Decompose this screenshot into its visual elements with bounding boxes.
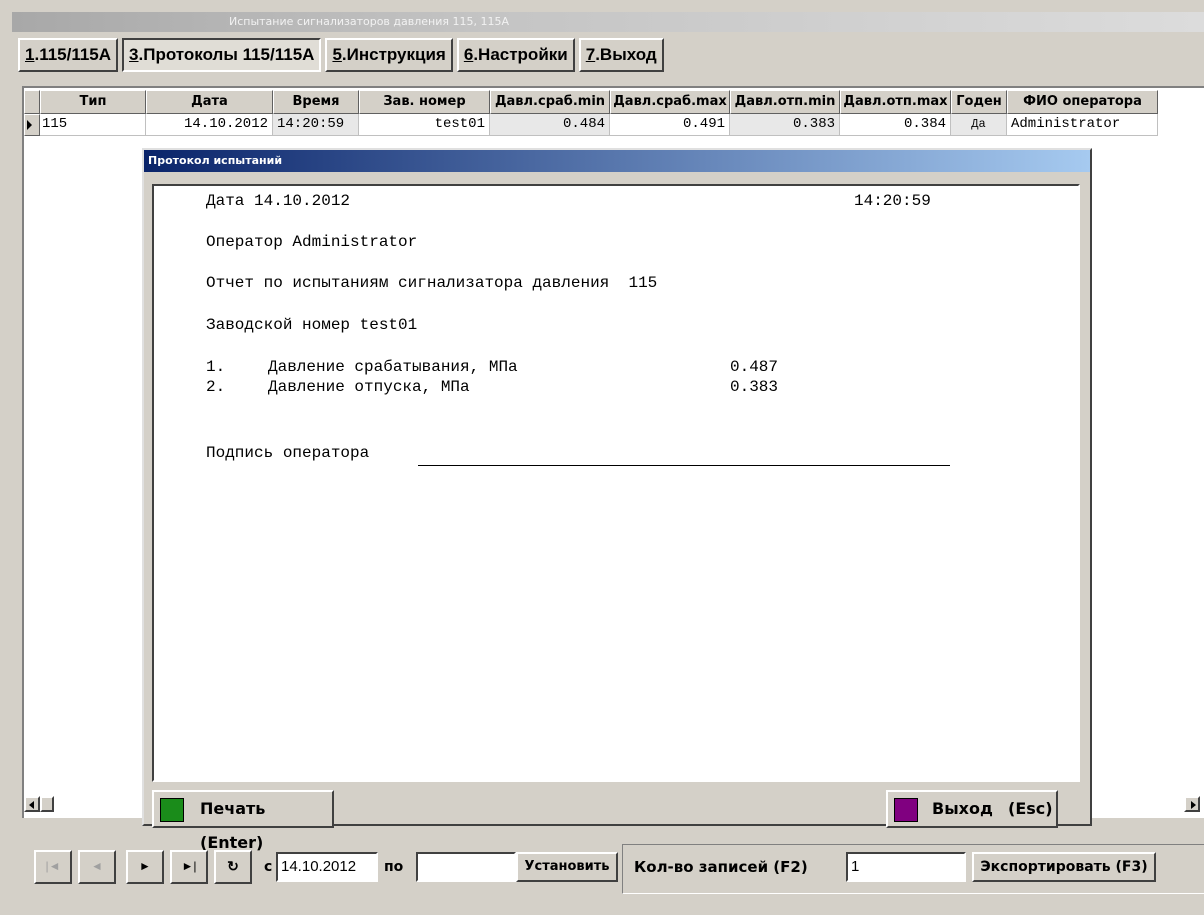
cell-operator[interactable]: Administrator bbox=[1007, 114, 1158, 136]
report-item1-value: 0.487 bbox=[730, 358, 779, 376]
count-label: Кол-во записей (F2) bbox=[634, 858, 808, 876]
grid-header: Тип Дата Время Зав. номер Давл.сраб.min … bbox=[24, 90, 1158, 114]
tab-bar: 1.115/115А 3.Протоколы 115/115А 5.Инстру… bbox=[18, 38, 664, 72]
date-to-field[interactable] bbox=[416, 852, 516, 882]
header-release-min[interactable]: Давл.отп.min bbox=[730, 90, 840, 114]
tab-instruction[interactable]: 5.Инструкция bbox=[325, 38, 453, 72]
report-item1-label: Давление срабатывания, МПа bbox=[268, 358, 518, 376]
cell-date[interactable]: 14.10.2012 bbox=[146, 114, 273, 136]
report-item1-num: 1. bbox=[206, 358, 226, 376]
report-operator: Оператор Administrator bbox=[206, 233, 418, 251]
scroll-thumb[interactable] bbox=[40, 796, 54, 812]
header-trip-min[interactable]: Давл.сраб.min bbox=[490, 90, 610, 114]
from-label: с bbox=[264, 859, 273, 875]
records-count-field[interactable]: 1 bbox=[846, 852, 966, 882]
cell-trip-max[interactable]: 0.491 bbox=[610, 114, 730, 136]
header-trip-max[interactable]: Давл.сраб.max bbox=[610, 90, 730, 114]
header-time[interactable]: Время bbox=[273, 90, 359, 114]
header-operator[interactable]: ФИО оператора bbox=[1007, 90, 1158, 114]
date-from-field[interactable]: 14.10.2012 bbox=[276, 852, 378, 882]
nav-last-button[interactable]: ►| bbox=[170, 850, 208, 884]
cell-trip-min[interactable]: 0.484 bbox=[490, 114, 610, 136]
header-valid[interactable]: Годен bbox=[951, 90, 1007, 114]
report-title: Отчет по испытаниям сигнализатора давлен… bbox=[206, 274, 658, 292]
cell-type[interactable]: 115 bbox=[40, 114, 146, 136]
header-serial[interactable]: Зав. номер bbox=[359, 90, 490, 114]
exit-button[interactable]: Выход (Esc) bbox=[886, 790, 1058, 828]
report-date: Дата 14.10.2012 bbox=[206, 192, 351, 210]
print-color-square bbox=[160, 798, 184, 822]
table-row[interactable]: 115 14.10.2012 14:20:59 test01 0.484 0.4… bbox=[24, 114, 1158, 136]
signature-line bbox=[418, 465, 950, 466]
grid-header-indicator bbox=[24, 90, 40, 114]
report-item2-value: 0.383 bbox=[730, 378, 779, 396]
report-item2-label: Давление отпуска, МПа bbox=[268, 378, 470, 396]
report-area: Дата 14.10.2012 14:20:59 Оператор Admini… bbox=[152, 184, 1080, 782]
arrow-left-icon bbox=[29, 801, 34, 809]
scroll-right-button[interactable] bbox=[1184, 796, 1200, 812]
header-date[interactable]: Дата bbox=[146, 90, 273, 114]
dialog-title: Протокол испытаний bbox=[144, 150, 1090, 172]
to-label: по bbox=[384, 859, 404, 875]
tab-115[interactable]: 1.115/115А bbox=[18, 38, 119, 72]
window-title: Испытание сигнализаторов давления 115, 1… bbox=[229, 15, 510, 28]
header-type[interactable]: Тип bbox=[40, 90, 146, 114]
export-button[interactable]: Экспортировать (F3) bbox=[972, 852, 1156, 882]
tab-settings[interactable]: 6.Настройки bbox=[456, 38, 575, 72]
app-window: Испытание сигнализаторов давления 115, 1… bbox=[0, 0, 1204, 915]
protocol-dialog: Протокол испытаний Дата 14.10.2012 14:20… bbox=[142, 148, 1092, 852]
row-indicator bbox=[24, 114, 40, 136]
report-item2-num: 2. bbox=[206, 378, 226, 396]
row-pointer-icon bbox=[27, 120, 32, 130]
header-release-max[interactable]: Давл.отп.max bbox=[840, 90, 951, 114]
print-button[interactable]: Печать (Enter) bbox=[152, 790, 334, 852]
scroll-left-button[interactable] bbox=[24, 796, 40, 812]
arrow-right-icon bbox=[1191, 801, 1196, 809]
nav-prev-button[interactable]: ◄ bbox=[78, 850, 116, 884]
cell-release-max[interactable]: 0.384 bbox=[840, 114, 951, 136]
cell-serial[interactable]: test01 bbox=[359, 114, 490, 136]
cell-valid[interactable]: Да bbox=[951, 114, 1007, 136]
report-time: 14:20:59 bbox=[854, 192, 931, 210]
report-serial: Заводской номер test01 bbox=[206, 316, 418, 334]
tab-exit[interactable]: 7.Выход bbox=[578, 38, 664, 72]
cell-time[interactable]: 14:20:59 bbox=[273, 114, 359, 136]
exit-color-square bbox=[894, 798, 918, 822]
nav-first-button[interactable]: |◄ bbox=[34, 850, 72, 884]
report-signature-label: Подпись оператора bbox=[206, 444, 370, 462]
tab-protocols[interactable]: 3.Протоколы 115/115А bbox=[122, 38, 322, 72]
window-title-bar: Испытание сигнализаторов давления 115, 1… bbox=[12, 12, 1204, 32]
bottom-toolbar: |◄ ◄ ► ►| ↻ с 14.10.2012 по Установить К… bbox=[22, 836, 1204, 896]
set-button[interactable]: Установить bbox=[516, 852, 618, 882]
refresh-button[interactable]: ↻ bbox=[214, 850, 252, 884]
nav-next-button[interactable]: ► bbox=[126, 850, 164, 884]
cell-release-min[interactable]: 0.383 bbox=[730, 114, 840, 136]
